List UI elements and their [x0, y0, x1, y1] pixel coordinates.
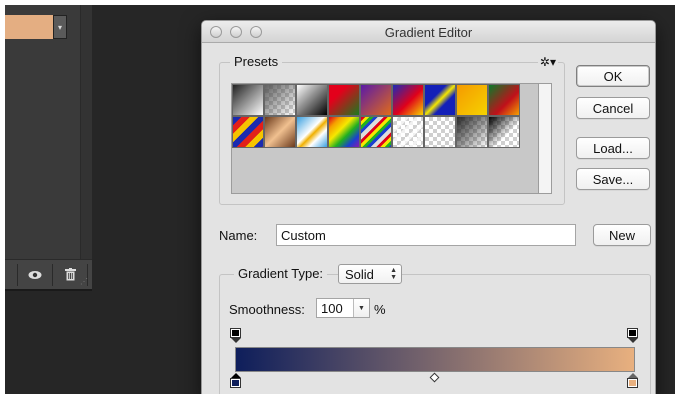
- color-stop-left[interactable]: [230, 373, 241, 388]
- gradient-type-select[interactable]: Solid ▲ ▼: [338, 264, 402, 284]
- preset-swatch[interactable]: [328, 116, 360, 148]
- gear-icon[interactable]: ✲▾: [537, 55, 558, 69]
- presets-scrollbar[interactable]: [539, 83, 552, 194]
- preset-swatch[interactable]: [424, 84, 456, 116]
- smoothness-input[interactable]: 100 ▼: [316, 298, 370, 318]
- cancel-button[interactable]: Cancel: [576, 97, 650, 119]
- chevron-updown-icon: ▲ ▼: [390, 267, 397, 281]
- preset-swatch[interactable]: [264, 84, 296, 116]
- eye-icon[interactable]: [26, 266, 44, 284]
- chevron-down-icon: ▾: [57, 22, 62, 32]
- gradient-preview-bar[interactable]: [235, 347, 635, 372]
- gradient-picker-dropdown[interactable]: ▾: [53, 15, 67, 39]
- smoothness-label: Smoothness:: [229, 302, 305, 317]
- preset-swatch[interactable]: [424, 116, 456, 148]
- preset-swatch[interactable]: [456, 84, 488, 116]
- dialog-titlebar[interactable]: Gradient Editor: [202, 21, 655, 43]
- preset-swatch[interactable]: [360, 84, 392, 116]
- opacity-stop-right[interactable]: [627, 328, 638, 343]
- dialog-title: Gradient Editor: [384, 25, 473, 40]
- gradient-swatch-preview[interactable]: [5, 15, 53, 39]
- gradient-type-value: Solid: [345, 266, 374, 282]
- preset-grid: [231, 83, 539, 194]
- smoothness-unit: %: [374, 302, 386, 317]
- trash-icon[interactable]: [61, 266, 79, 284]
- name-label: Name:: [219, 228, 258, 243]
- preset-swatch[interactable]: [456, 116, 488, 148]
- load-button[interactable]: Load...: [576, 137, 650, 159]
- preset-swatch[interactable]: [296, 116, 328, 148]
- preset-swatch[interactable]: [488, 84, 520, 116]
- preset-swatch[interactable]: [232, 84, 264, 116]
- panel-scrollbar[interactable]: [80, 5, 92, 289]
- preset-swatch[interactable]: [392, 84, 424, 116]
- ok-button[interactable]: OK: [576, 65, 650, 87]
- preset-swatch[interactable]: [392, 116, 424, 148]
- preset-swatch[interactable]: [232, 116, 264, 148]
- preset-swatch[interactable]: [328, 84, 360, 116]
- new-button[interactable]: New: [593, 224, 651, 246]
- gradient-type-label: Gradient Type:: [234, 266, 328, 281]
- resize-grip-icon[interactable]: ⋰: [80, 277, 88, 286]
- preset-swatch[interactable]: [296, 84, 328, 116]
- gradient-name-input[interactable]: Custom: [276, 224, 576, 246]
- opacity-stop-left[interactable]: [230, 328, 241, 343]
- app-background: ▾ ⋰ Gradient Editor Presets ✲▾ OK Cancel…: [5, 5, 675, 394]
- footer-divider: [17, 263, 18, 286]
- color-stop-right[interactable]: [627, 373, 638, 388]
- smoothness-value: 100: [321, 300, 343, 316]
- save-button[interactable]: Save...: [576, 168, 650, 190]
- panel-shadow: [5, 289, 92, 291]
- preset-swatch[interactable]: [360, 116, 392, 148]
- preset-swatch[interactable]: [264, 116, 296, 148]
- side-panel: ▾ ⋰: [5, 5, 92, 289]
- presets-label: Presets: [230, 54, 283, 69]
- panel-footer: ⋰: [5, 259, 92, 289]
- gradient-editor-dialog: Gradient Editor Presets ✲▾ OK Cancel Loa…: [201, 20, 656, 394]
- footer-divider: [52, 263, 53, 286]
- preset-swatch[interactable]: [488, 116, 520, 148]
- presets-group: Presets ✲▾: [219, 54, 565, 205]
- chevron-down-icon[interactable]: ▼: [353, 299, 369, 317]
